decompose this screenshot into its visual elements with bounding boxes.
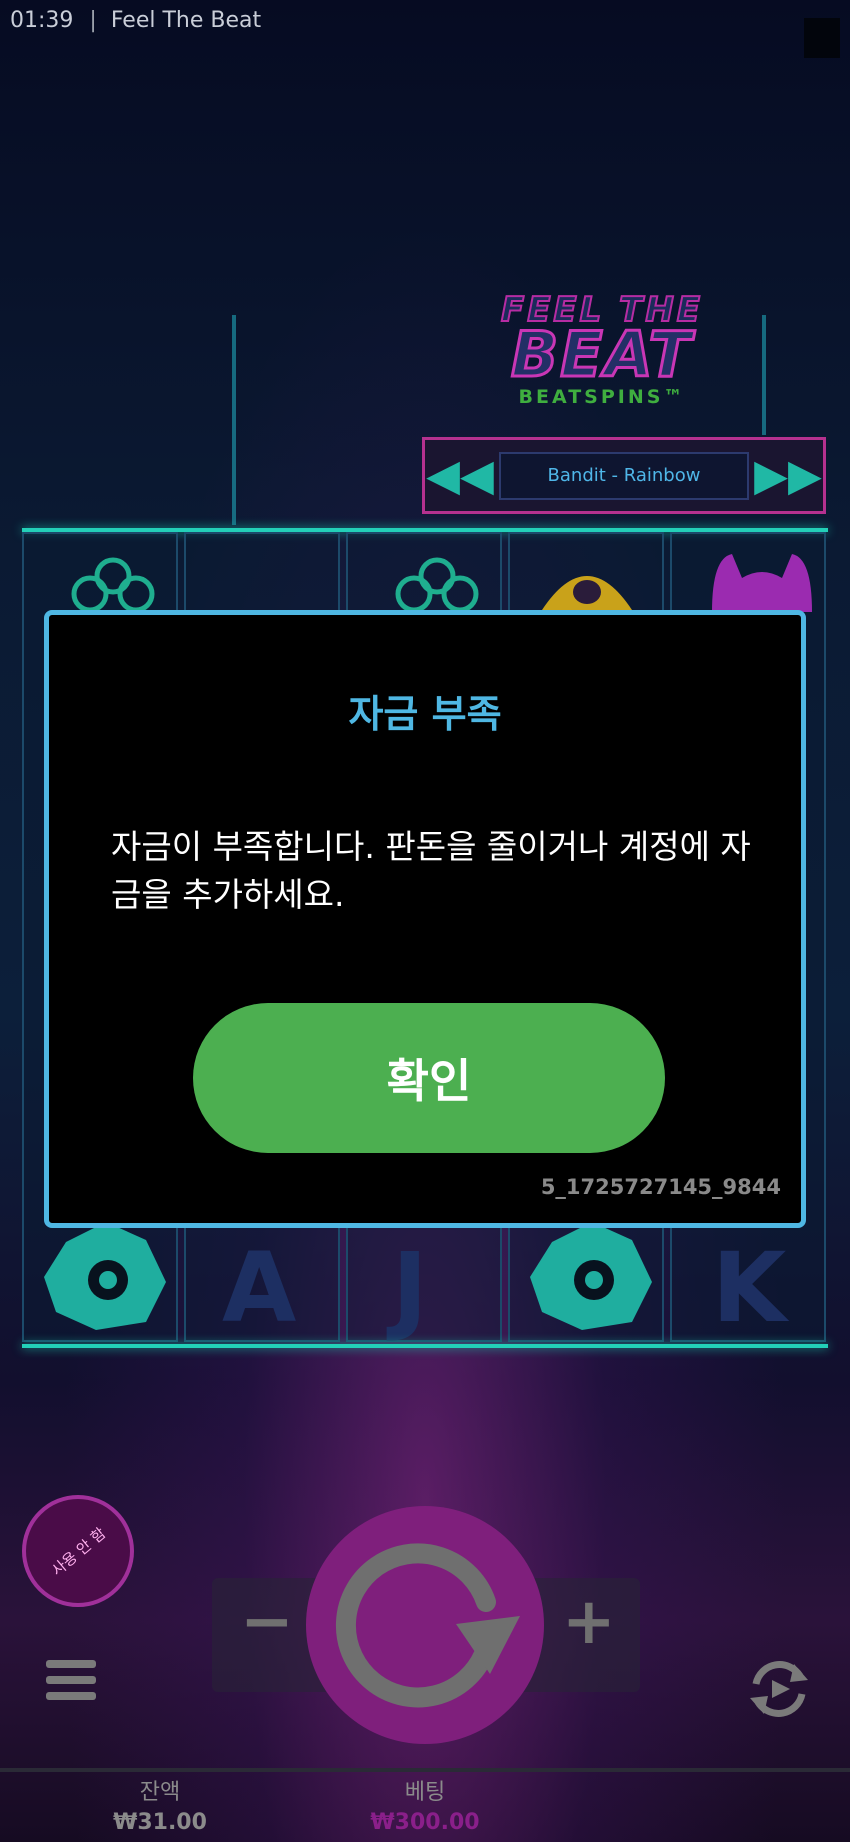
balance-display: 잔액 ₩31.00 <box>80 1774 240 1835</box>
balance-label: 잔액 <box>139 1780 181 1805</box>
reel-bottom-line <box>22 1344 828 1348</box>
clover-symbol <box>71 557 155 613</box>
letter-j-symbol: J <box>392 1232 428 1344</box>
app-title: Feel The Beat <box>110 7 262 33</box>
status-separator: | <box>89 7 97 33</box>
letter-a-symbol: A <box>222 1232 297 1344</box>
footer-divider <box>0 1768 850 1772</box>
letter-k-symbol: K <box>712 1232 787 1344</box>
status-corner <box>804 18 840 58</box>
neon-line <box>232 315 236 525</box>
spiky-creature-symbol <box>44 1222 166 1330</box>
menu-icon[interactable] <box>46 1660 96 1704</box>
rewind-icon[interactable]: ◀◀ <box>425 446 495 506</box>
confirm-button[interactable]: 확인 <box>193 1003 665 1153</box>
bet-value: ₩300.00 <box>370 1810 480 1835</box>
insufficient-funds-dialog: 자금 부족 자금이 부족합니다. 판돈을 줄이거나 계정에 자금을 추가하세요.… <box>44 610 806 1228</box>
track-selector: ◀◀ Bandit - Rainbow ▶▶ <box>422 437 826 514</box>
monster-symbol <box>712 554 812 612</box>
logo-line3: BEATSPINS™ <box>518 386 686 408</box>
spin-button[interactable] <box>306 1506 544 1744</box>
autoplay-badge[interactable]: 사용 안 함 <box>22 1495 134 1607</box>
decrease-bet-button[interactable]: − <box>240 1585 294 1659</box>
turbo-icon[interactable] <box>744 1654 814 1724</box>
dialog-title: 자금 부족 <box>348 692 502 736</box>
status-time: 01:39 <box>10 7 74 33</box>
autoplay-label: 사용 안 함 <box>47 1523 109 1580</box>
track-name: Bandit - Rainbow <box>499 451 749 500</box>
error-code: 5_1725727145_9844 <box>540 1175 781 1199</box>
neon-line <box>762 315 766 435</box>
game-logo: FEEL THE BEAT BEATSPINS™ <box>462 292 742 408</box>
bet-display: 베팅 ₩300.00 <box>345 1774 505 1835</box>
status-bar: 01:39 | Feel The Beat <box>0 0 850 40</box>
logo-line2: BEAT <box>510 318 693 391</box>
fast-forward-icon[interactable]: ▶▶ <box>753 446 823 506</box>
spiky-creature-symbol <box>530 1222 652 1330</box>
clover-symbol <box>395 557 479 613</box>
spin-icon <box>335 1543 520 1708</box>
increase-bet-button[interactable]: + <box>562 1585 616 1659</box>
bet-label: 베팅 <box>404 1780 446 1805</box>
balance-value: ₩31.00 <box>113 1810 207 1835</box>
dialog-message: 자금이 부족합니다. 판돈을 줄이거나 계정에 자금을 추가하세요. <box>111 827 751 914</box>
hat-symbol <box>542 576 632 610</box>
